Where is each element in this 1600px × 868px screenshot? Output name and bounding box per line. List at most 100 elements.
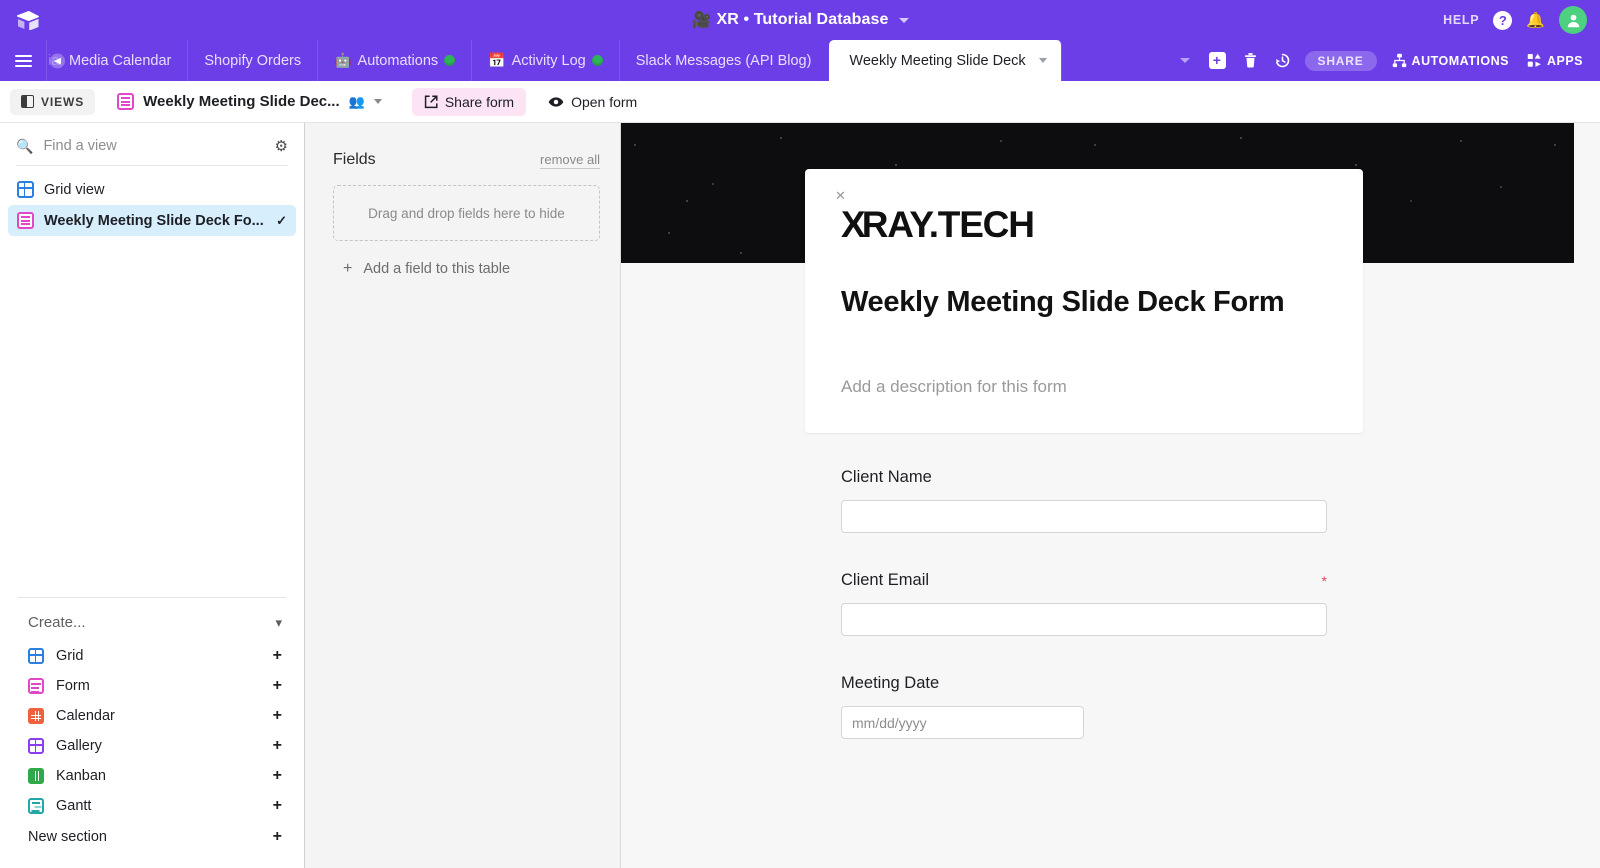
chevron-down-icon[interactable] <box>1038 58 1047 63</box>
search-icon: 🔍 <box>16 137 34 154</box>
apps-button[interactable]: APPS <box>1518 40 1592 81</box>
external-link-icon <box>424 94 438 108</box>
remove-all-fields-button[interactable]: remove all <box>540 152 600 169</box>
add-form-view-button[interactable]: + <box>273 677 282 695</box>
history-button[interactable] <box>1266 40 1299 81</box>
tabs-overflow-chevron-icon[interactable] <box>1179 58 1190 63</box>
status-dot-icon <box>591 55 603 66</box>
dropzone-text: Drag and drop fields here to hide <box>368 205 565 221</box>
create-section-header[interactable]: Create... ▾ <box>0 598 304 641</box>
open-form-button[interactable]: Open form <box>538 88 647 116</box>
tab-weekly-meeting-slide-deck[interactable]: Weekly Meeting Slide Deck <box>829 40 1062 81</box>
create-kanban-view[interactable]: Kanban + <box>0 761 304 791</box>
form-field-client-email: Client Email * <box>841 571 1327 636</box>
gear-icon[interactable]: ⚙ <box>275 137 288 155</box>
create-item-label: Gantt <box>56 798 92 814</box>
field-label[interactable]: Client Email <box>841 571 1327 590</box>
panel-icon <box>21 95 34 108</box>
tab-label: Activity Log <box>511 52 586 69</box>
close-icon[interactable]: ✕ <box>835 189 846 202</box>
trash-icon <box>1244 53 1256 68</box>
add-table-button[interactable]: + <box>1200 40 1235 81</box>
create-gallery-view[interactable]: Gallery + <box>0 731 304 761</box>
field-label[interactable]: Client Name <box>841 468 1327 487</box>
gantt-view-icon <box>28 798 44 814</box>
client-email-input[interactable] <box>841 603 1327 636</box>
views-sidebar: 🔍 ⚙ Grid view Weekly Meeting Slide Deck … <box>0 123 305 868</box>
add-field-label: Add a field to this table <box>363 261 511 277</box>
chevron-down-icon[interactable]: ▾ <box>275 615 282 631</box>
delete-view-button[interactable] <box>1235 40 1266 81</box>
form-logo[interactable]: XRAY.TECH <box>841 201 1327 246</box>
add-gallery-view-button[interactable]: + <box>273 737 282 755</box>
fields-panel: Fields remove all Drag and drop fields h… <box>305 123 621 868</box>
view-toolbar: VIEWS Weekly Meeting Slide Dec... 👥 Shar… <box>0 81 1600 123</box>
plus-box-icon: + <box>1208 52 1226 69</box>
tab-shopify-orders[interactable]: Shopify Orders <box>187 40 317 81</box>
open-form-label: Open form <box>571 93 638 110</box>
form-title[interactable]: Weekly Meeting Slide Deck Form <box>841 286 1327 319</box>
automations-node-icon <box>1392 53 1406 68</box>
create-label: Create... <box>28 614 86 631</box>
chevron-down-icon[interactable] <box>373 99 382 104</box>
tab-media-calendar[interactable]: ia ◀ Media Calendar <box>46 40 187 81</box>
automations-label: AUTOMATIONS <box>1411 53 1509 68</box>
field-label[interactable]: Meeting Date <box>841 674 1327 693</box>
title-emoji: 🎥 <box>691 12 712 29</box>
create-gantt-view[interactable]: Gantt + <box>0 791 304 821</box>
view-search-row: 🔍 ⚙ <box>0 123 304 165</box>
add-field-button[interactable]: + Add a field to this table <box>333 260 600 278</box>
create-form-view[interactable]: Form + <box>0 671 304 701</box>
add-gantt-view-button[interactable]: + <box>273 797 282 815</box>
create-item-label: Grid <box>56 648 84 664</box>
calendar-icon: 📅 <box>488 52 506 68</box>
status-dot-icon <box>444 55 456 66</box>
airtable-logo-icon[interactable] <box>0 10 46 30</box>
current-view-selector[interactable]: Weekly Meeting Slide Dec... 👥 <box>117 93 382 110</box>
people-icon[interactable]: 👥 <box>349 94 365 110</box>
sidebar-item-weekly-meeting-slide-deck-form[interactable]: Weekly Meeting Slide Deck Fo... ✓ <box>8 205 296 236</box>
plus-icon: + <box>343 260 353 277</box>
tab-label: Media Calendar <box>69 52 172 69</box>
search-input[interactable] <box>43 138 265 154</box>
views-toggle-button[interactable]: VIEWS <box>10 88 96 115</box>
client-name-input[interactable] <box>841 500 1327 533</box>
meeting-date-input[interactable] <box>841 706 1084 739</box>
table-tab-bar: ia ◀ Media Calendar Shopify Orders 🤖 Aut… <box>0 40 1600 81</box>
avatar[interactable] <box>1559 6 1587 34</box>
form-description-placeholder[interactable]: Add a description for this form <box>841 377 1327 397</box>
tab-automations[interactable]: 🤖 Automations <box>317 40 471 81</box>
add-new-section-button[interactable]: + <box>273 828 282 846</box>
scroll-left-icon[interactable]: ◀ <box>50 53 65 68</box>
required-marker: * <box>1321 573 1327 589</box>
tab-slack-messages[interactable]: Slack Messages (API Blog) <box>618 40 828 81</box>
form-view-icon <box>28 678 44 694</box>
current-view-name: Weekly Meeting Slide Dec... <box>143 93 340 110</box>
bell-icon[interactable]: 🔔 <box>1526 11 1545 29</box>
question-mark-icon[interactable]: ? <box>1493 10 1513 30</box>
create-calendar-view[interactable]: Calendar + <box>0 701 304 731</box>
tab-activity-log[interactable]: 📅 Activity Log <box>471 40 619 81</box>
view-label: Grid view <box>44 181 105 198</box>
form-preview: ✕ XRAY.TECH Weekly Meeting Slide Deck Fo… <box>621 123 1600 868</box>
add-grid-view-button[interactable]: + <box>273 647 282 665</box>
checkmark-icon: ✓ <box>276 212 287 228</box>
help-label[interactable]: HELP <box>1443 13 1479 27</box>
hidden-fields-dropzone[interactable]: Drag and drop fields here to hide <box>333 185 600 241</box>
apps-label: APPS <box>1546 53 1583 68</box>
page-title: 🎥 XR • Tutorial Database <box>0 10 1600 30</box>
view-label: Weekly Meeting Slide Deck Fo... <box>44 212 264 229</box>
automations-button[interactable]: AUTOMATIONS <box>1383 40 1518 81</box>
create-view-list: Grid + Form + Calendar + Gallery + Kanba… <box>0 641 304 868</box>
sidebar-item-grid-view[interactable]: Grid view <box>8 174 296 205</box>
title-text: XR • Tutorial Database <box>716 11 889 28</box>
title-chevron-down-icon[interactable] <box>898 17 909 23</box>
add-kanban-view-button[interactable]: + <box>273 767 282 785</box>
share-form-button[interactable]: Share form <box>411 87 527 116</box>
new-section-row[interactable]: New section + <box>0 821 304 858</box>
create-item-label: Gallery <box>56 738 102 754</box>
create-grid-view[interactable]: Grid + <box>0 641 304 671</box>
hamburger-icon[interactable] <box>0 40 46 81</box>
share-button[interactable]: SHARE <box>1304 50 1377 71</box>
add-calendar-view-button[interactable]: + <box>273 707 282 725</box>
